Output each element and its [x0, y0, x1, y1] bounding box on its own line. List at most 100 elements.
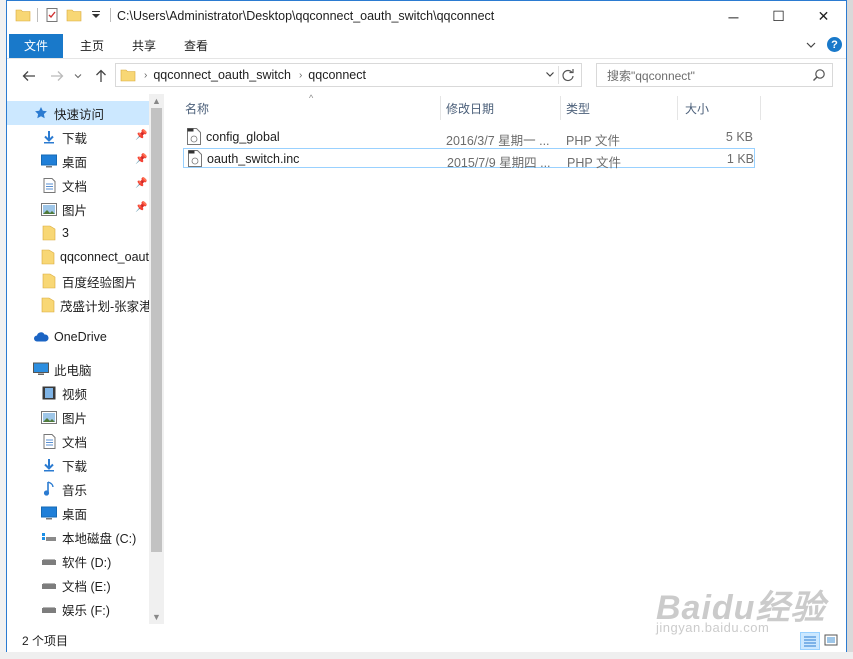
nav-item-label: 茂盛计划-张家港	[60, 299, 149, 314]
picture-icon	[41, 410, 57, 424]
search-box[interactable]	[596, 63, 833, 87]
breadcrumb-qqconnect-oauth-switch[interactable]: qqconnect_oauth_switch	[153, 68, 291, 82]
column-header-name[interactable]: 名称	[185, 94, 209, 122]
nav-item-label: 百度经验图片	[62, 275, 138, 290]
scroll-down-icon[interactable]: ▼	[152, 612, 161, 622]
download-icon	[44, 131, 54, 144]
nav-item-documents[interactable]: 文档 📌	[7, 173, 149, 197]
nav-item-label: 3	[62, 226, 69, 240]
tab-share[interactable]: 共享	[121, 34, 167, 58]
php-file-icon	[188, 150, 202, 167]
nav-item-desktop[interactable]: 桌面 📌	[7, 149, 149, 173]
nav-item-desktop-pc[interactable]: 桌面	[7, 501, 149, 525]
nav-item-label: 本地磁盘 (C:)	[62, 531, 137, 546]
back-button[interactable]	[19, 66, 39, 86]
nav-item-drive-f[interactable]: 娱乐 (F:)	[7, 597, 149, 621]
star-icon	[35, 107, 47, 119]
nav-item-downloads[interactable]: 下载 📌	[7, 125, 149, 149]
nav-item-music[interactable]: 音乐	[7, 477, 149, 501]
scroll-up-icon[interactable]: ▲	[152, 96, 161, 106]
nav-item-label: 下载	[62, 459, 88, 474]
chevron-down-icon[interactable]	[88, 7, 104, 23]
breadcrumb-qqconnect[interactable]: qqconnect	[308, 68, 366, 82]
file-date: 2016/3/7 星期一 ...	[446, 134, 550, 148]
nav-item-quick-access[interactable]: 快速访问	[7, 101, 149, 125]
nav-item-drive-e[interactable]: 文档 (E:)	[7, 573, 149, 597]
nav-item-folder-baidu[interactable]: 百度经验图片	[7, 269, 149, 293]
folder-icon	[120, 69, 136, 82]
folder-icon	[42, 273, 56, 289]
arrow-left-icon	[22, 71, 35, 81]
tab-view[interactable]: 查看	[173, 34, 219, 58]
navigation-pane: 快速访问 下载 📌 桌面 📌 文档 📌 图片 📌 3 qqconnect_oau…	[7, 94, 149, 624]
nav-item-onedrive[interactable]: OneDrive	[7, 325, 149, 349]
file-type: PHP 文件	[566, 134, 620, 148]
tab-home[interactable]: 主页	[69, 34, 115, 58]
column-divider[interactable]	[560, 96, 561, 120]
address-bar[interactable]: › qqconnect_oauth_switch › qqconnect	[115, 63, 582, 87]
chevron-down-icon[interactable]	[545, 69, 555, 79]
watermark-url: jingyan.baidu.com	[656, 620, 770, 635]
maximize-button[interactable]: ☐	[756, 1, 801, 32]
file-row[interactable]: oauth_switch.inc 2015/7/9 星期四 ... PHP 文件…	[183, 148, 755, 170]
column-divider[interactable]	[440, 96, 441, 120]
nav-item-downloads-pc[interactable]: 下载	[7, 453, 149, 477]
close-button[interactable]: ✕	[801, 1, 846, 32]
quick-access-toolbar	[15, 7, 111, 23]
search-icon[interactable]	[812, 68, 826, 82]
nav-scrollbar[interactable]: ▲ ▼	[149, 94, 164, 624]
column-header-type[interactable]: 类型	[566, 94, 590, 122]
picture-icon	[41, 202, 57, 216]
file-name: config_global	[206, 130, 280, 144]
search-input[interactable]	[605, 65, 809, 87]
pin-icon[interactable]: 📌	[135, 202, 147, 213]
chevron-down-icon[interactable]	[805, 39, 817, 51]
document-icon	[43, 177, 55, 193]
nav-item-this-pc[interactable]: 此电脑	[7, 357, 149, 381]
folder-icon	[42, 225, 56, 241]
recent-locations-button[interactable]	[71, 66, 85, 86]
nav-item-pictures-pc[interactable]: 图片	[7, 405, 149, 429]
desktop-icon	[41, 506, 57, 520]
nav-item-pictures[interactable]: 图片 📌	[7, 197, 149, 221]
breadcrumb-separator[interactable]: ›	[144, 70, 147, 81]
column-header-date[interactable]: 修改日期	[446, 94, 494, 122]
column-divider[interactable]	[760, 96, 761, 120]
nav-item-folder-plan[interactable]: 茂盛计划-张家港	[7, 293, 149, 317]
php-file-icon	[187, 128, 201, 145]
help-icon[interactable]: ?	[827, 37, 842, 52]
forward-button[interactable]	[47, 66, 67, 86]
new-folder-icon[interactable]	[66, 7, 82, 23]
scrollbar-thumb[interactable]	[151, 108, 162, 552]
music-icon	[43, 481, 54, 496]
refresh-icon[interactable]	[558, 66, 577, 84]
nav-item-label: 图片	[62, 411, 88, 426]
minimize-button[interactable]: ─	[711, 1, 756, 32]
window-controls: ─ ☐ ✕	[711, 1, 846, 32]
nav-item-videos[interactable]: 视频	[7, 381, 149, 405]
arrow-up-icon	[96, 69, 106, 82]
file-row[interactable]: config_global 2016/3/7 星期一 ... PHP 文件 5 …	[183, 127, 755, 148]
pin-icon[interactable]: 📌	[135, 154, 147, 165]
nav-item-drive-d[interactable]: 软件 (D:)	[7, 549, 149, 573]
up-button[interactable]	[91, 66, 111, 86]
desktop-icon	[41, 154, 57, 168]
window-title: C:\Users\Administrator\Desktop\qqconnect…	[117, 9, 495, 23]
nav-item-folder-qqconnect[interactable]: qqconnect_oauth_switch	[7, 245, 149, 269]
folder-icon[interactable]	[15, 7, 31, 23]
nav-item-drive-c[interactable]: 本地磁盘 (C:)	[7, 525, 149, 549]
nav-item-folder-3[interactable]: 3	[7, 221, 149, 245]
nav-item-label: 视频	[62, 387, 88, 402]
pin-icon[interactable]: 📌	[135, 130, 147, 141]
drive-icon	[42, 559, 56, 565]
nav-item-documents-pc[interactable]: 文档	[7, 429, 149, 453]
tab-file[interactable]: 文件	[9, 34, 63, 58]
column-header-size[interactable]: 大小	[685, 94, 709, 122]
pin-icon[interactable]: 📌	[135, 178, 147, 189]
computer-icon	[33, 362, 49, 375]
nav-item-label: qqconnect_oauth_switch	[60, 250, 149, 264]
breadcrumb-separator[interactable]: ›	[299, 70, 302, 81]
item-count: 2 个项目	[22, 634, 69, 648]
properties-icon[interactable]	[44, 7, 60, 23]
column-divider[interactable]	[677, 96, 678, 120]
